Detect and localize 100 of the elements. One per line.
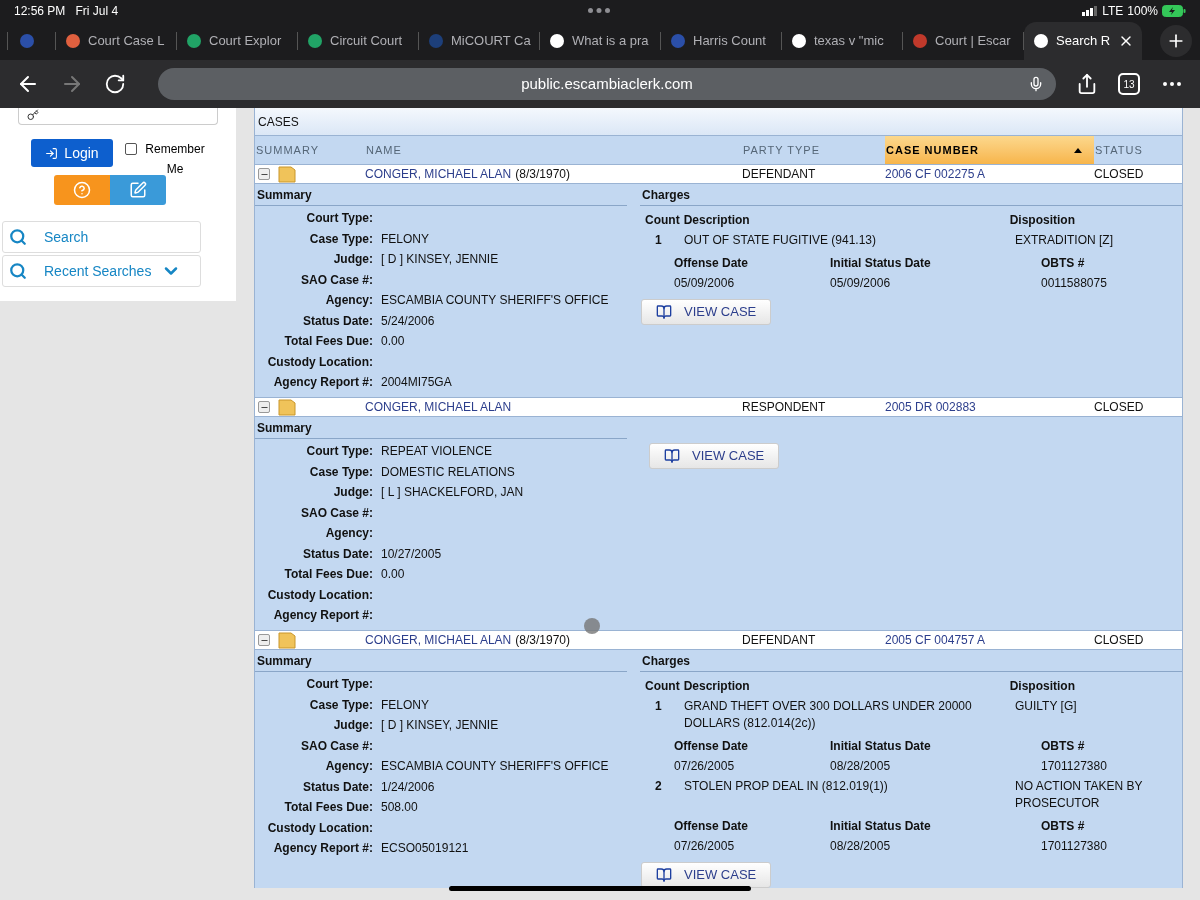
field-label: Case Type: bbox=[308, 696, 373, 714]
remember-me-checkbox[interactable]: Remember Me bbox=[125, 139, 209, 179]
tab-icon bbox=[550, 34, 564, 48]
new-tab-button[interactable] bbox=[1160, 25, 1192, 57]
offense-date: 07/26/2005 bbox=[674, 838, 736, 855]
edit-button[interactable] bbox=[110, 175, 166, 205]
book-icon bbox=[656, 867, 672, 883]
column-header[interactable]: SUMMARY bbox=[255, 136, 365, 164]
share-icon[interactable] bbox=[1076, 73, 1098, 95]
browser-tab[interactable]: Search R bbox=[1024, 22, 1142, 60]
date-label: OBTS # bbox=[1041, 818, 1085, 835]
field-label: Agency Report #: bbox=[272, 607, 373, 625]
tab-icon bbox=[792, 34, 806, 48]
tab-title: Court | Escar bbox=[935, 32, 1011, 50]
field-label: Custody Location: bbox=[266, 353, 373, 371]
checkbox[interactable] bbox=[125, 143, 137, 155]
name-link[interactable]: CONGER, MICHAEL ALAN bbox=[365, 398, 512, 416]
browser-tab[interactable]: What is a pra bbox=[540, 32, 661, 50]
field-label: Judge: bbox=[332, 717, 373, 735]
field-value: ESCAMBIA COUNTY SHERIFF'S OFFICE bbox=[381, 758, 609, 776]
field-value: 0.00 bbox=[381, 566, 405, 584]
tab-icon bbox=[66, 34, 80, 48]
tab-icon bbox=[187, 34, 201, 48]
help-icon bbox=[73, 181, 91, 199]
tab-icon bbox=[1034, 34, 1048, 48]
field-value: [ D ] KINSEY, JENNIE bbox=[381, 717, 499, 735]
status-date: Fri Jul 4 bbox=[75, 3, 119, 20]
section-heading: Charges bbox=[640, 184, 1182, 206]
collapse-toggle[interactable] bbox=[258, 634, 270, 646]
column-label: Count bbox=[645, 678, 680, 695]
login-button[interactable]: Login bbox=[31, 139, 113, 167]
field-value: DOMESTIC RELATIONS bbox=[381, 463, 515, 481]
charge-description: GRAND THEFT OVER 300 DOLLARS UNDER 20000 DOLLARS (812.014(2c)) bbox=[684, 698, 973, 732]
field-label: Agency: bbox=[324, 758, 373, 776]
browser-tab[interactable]: Harris Count bbox=[661, 32, 782, 50]
case-number-link[interactable]: 2006 CF 002275 A bbox=[885, 165, 1094, 183]
initial-status-date: 08/28/2005 bbox=[830, 838, 892, 855]
reload-icon[interactable] bbox=[104, 73, 126, 95]
tab-title: Circuit Court bbox=[330, 32, 403, 50]
charge-description: STOLEN PROP DEAL IN (812.019(1)) bbox=[684, 778, 889, 795]
network-label: LTE bbox=[1102, 3, 1124, 20]
field-label: Custody Location: bbox=[266, 586, 373, 604]
browser-tab[interactable]: texas v "mic bbox=[782, 32, 903, 50]
field-value: 10/27/2005 bbox=[381, 545, 442, 563]
field-value: FELONY bbox=[381, 230, 429, 248]
party-type: RESPONDENT bbox=[742, 399, 827, 416]
field-label: Court Type: bbox=[305, 676, 373, 694]
tab-title: Court Case L bbox=[88, 32, 165, 50]
field-value: FELONY bbox=[381, 696, 429, 714]
obts-number: 0011588075 bbox=[1041, 275, 1107, 292]
obts-number: 1701127380 bbox=[1041, 838, 1107, 855]
field-value: [ D ] KINSEY, JENNIE bbox=[381, 251, 499, 269]
address-field[interactable]: public.escambiaclerk.com bbox=[158, 68, 1056, 100]
login-icon bbox=[45, 146, 59, 160]
panel-title: CASES bbox=[255, 108, 1182, 136]
microphone-icon[interactable] bbox=[1028, 76, 1044, 92]
field-label: Case Type: bbox=[308, 463, 373, 481]
column-label: Description bbox=[683, 212, 751, 229]
date-label: Offense Date bbox=[674, 818, 750, 835]
field-label: Case Type: bbox=[308, 230, 373, 248]
browser-tab[interactable]: Court Case L bbox=[56, 32, 177, 50]
view-case-button[interactable]: VIEW CASE bbox=[641, 862, 772, 888]
signal-icon bbox=[1082, 6, 1099, 16]
column-header[interactable]: NAME bbox=[365, 136, 742, 164]
case-number-link[interactable]: 2005 CF 004757 A bbox=[885, 631, 1094, 649]
field-label: Judge: bbox=[332, 484, 373, 502]
column-header[interactable]: CASE NUMBER bbox=[885, 136, 1094, 164]
name-link[interactable]: CONGER, MICHAEL ALAN bbox=[365, 165, 512, 183]
search-icon bbox=[9, 262, 27, 280]
more-dots-icon bbox=[588, 8, 610, 13]
column-header[interactable]: PARTY TYPE bbox=[742, 136, 885, 164]
date-label: Initial Status Date bbox=[830, 738, 932, 755]
battery-icon bbox=[1162, 5, 1186, 17]
case-number-link[interactable]: 2005 DR 002883 bbox=[885, 398, 1094, 416]
sidebar-link[interactable]: Search bbox=[2, 221, 201, 253]
date-label: OBTS # bbox=[1041, 738, 1085, 755]
sidebar-link[interactable]: Recent Searches bbox=[2, 255, 201, 287]
collapse-toggle[interactable] bbox=[258, 168, 270, 180]
case-status: CLOSED bbox=[1094, 166, 1144, 183]
browser-tab[interactable]: MiCOURT Ca bbox=[419, 32, 540, 50]
birth-date: (8/3/1970) bbox=[515, 166, 570, 183]
section-heading: Summary bbox=[255, 650, 627, 672]
field-value: REPEAT VIOLENCE bbox=[381, 443, 492, 461]
browser-tab[interactable]: Court Explor bbox=[177, 32, 298, 50]
field-label: Custody Location: bbox=[266, 819, 373, 837]
column-header[interactable]: STATUS bbox=[1094, 136, 1182, 164]
browser-tab[interactable]: Circuit Court bbox=[298, 32, 419, 50]
date-label: Offense Date bbox=[674, 255, 750, 272]
view-case-button[interactable]: VIEW CASE bbox=[649, 443, 780, 469]
count-number: 2 bbox=[655, 778, 663, 795]
view-case-button[interactable]: VIEW CASE bbox=[641, 299, 772, 325]
field-label: SAO Case #: bbox=[299, 504, 373, 522]
name-link[interactable]: CONGER, MICHAEL ALAN bbox=[365, 631, 512, 649]
book-icon bbox=[664, 448, 680, 464]
case-status: CLOSED bbox=[1094, 632, 1144, 649]
field-label: Total Fees Due: bbox=[283, 333, 373, 351]
collapse-toggle[interactable] bbox=[258, 401, 270, 413]
sort-ascending-icon bbox=[1074, 147, 1082, 153]
tab-count-button[interactable]: 13 bbox=[1118, 73, 1140, 95]
book-icon bbox=[656, 304, 672, 320]
